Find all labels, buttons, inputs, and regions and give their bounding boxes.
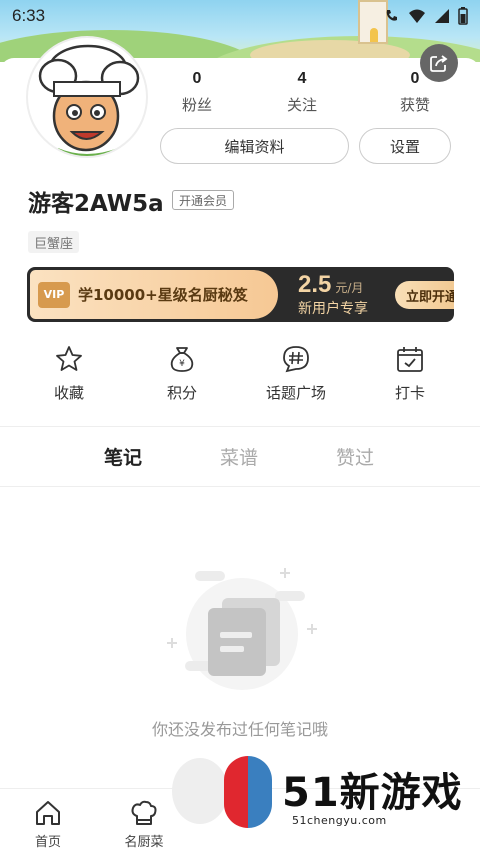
vip-promo: VIP 学10000+星级名厨秘笈 [30, 270, 278, 319]
watermark-shape [172, 758, 228, 824]
nav-home[interactable]: 首页 [8, 799, 88, 850]
divider [0, 426, 480, 427]
shortcut-label: 打卡 [394, 384, 425, 402]
shortcut-topics[interactable]: 话题广场 [251, 344, 341, 403]
nav-home-label: 首页 [34, 835, 61, 850]
star-icon [56, 346, 82, 371]
shortcut-label: 积分 [166, 384, 197, 402]
edit-profile-button[interactable]: 编辑资料 [160, 128, 349, 164]
watermark-brand: 51新游戏 [282, 770, 463, 816]
open-membership-badge[interactable]: 开通会员 [172, 190, 235, 210]
site-watermark: 51新游戏 51chengyu.com [172, 752, 472, 832]
price-unit: 元/月 [335, 281, 364, 295]
empty-state-text: 你还没发布过任何笔记哦 [151, 720, 328, 739]
following-stat[interactable]: 4 关注 [257, 70, 347, 115]
chef-hat-icon [131, 800, 157, 825]
new-user-offer: 新用户专享 [298, 301, 368, 317]
shortcut-label: 收藏 [53, 384, 84, 402]
home-icon [36, 801, 60, 825]
likes-stat[interactable]: 0 获赞 [370, 70, 460, 115]
settings-button[interactable]: 设置 [359, 128, 451, 164]
following-count: 4 [297, 70, 307, 87]
watermark-url: 51chengyu.com [292, 814, 387, 827]
watermark-logo [224, 756, 272, 828]
shortcut-label: 话题广场 [265, 384, 326, 402]
svg-text:¥: ¥ [179, 359, 185, 369]
tab-notes[interactable]: 笔记 [104, 443, 142, 470]
tab-liked[interactable]: 赞过 [336, 443, 374, 470]
wifi-icon [409, 9, 425, 23]
vip-price: 2.5 元/月 [298, 271, 363, 299]
open-vip-button[interactable]: 立即开通 [395, 281, 454, 309]
following-label: 关注 [286, 96, 317, 114]
shortcut-checkin[interactable]: 打卡 [365, 344, 455, 403]
likes-count: 0 [410, 70, 420, 87]
clock: 6:33 [12, 6, 46, 25]
empty-notes-illustration [167, 568, 317, 690]
avatar[interactable] [26, 36, 148, 158]
phone-icon [386, 10, 397, 21]
status-bar: 6:33 [0, 0, 480, 32]
vip-promo-text: 学10000+星级名厨秘笈 [78, 286, 248, 304]
battery-icon [458, 7, 468, 25]
status-icons [384, 7, 468, 25]
followers-stat[interactable]: 0 粉丝 [152, 70, 242, 115]
calendar-check-icon [397, 347, 423, 372]
price-value: 2.5 [298, 271, 332, 298]
likes-label: 获赞 [399, 96, 430, 114]
vip-banner[interactable]: VIP 学10000+星级名厨秘笈 2.5 元/月 新用户专享 立即开通 [27, 267, 454, 322]
followers-label: 粉丝 [181, 96, 212, 114]
shortcut-favorites[interactable]: 收藏 [24, 344, 114, 403]
chef-avatar-icon [38, 44, 140, 156]
zodiac-tag: 巨蟹座 [28, 231, 80, 253]
followers-count: 0 [192, 70, 202, 87]
vip-tag: VIP [38, 281, 70, 308]
divider [0, 486, 480, 487]
shortcut-points[interactable]: ¥ 积分 [137, 344, 227, 403]
hashtag-chat-icon [283, 346, 309, 373]
nav-chef-dishes-label: 名厨菜 [124, 835, 164, 850]
username: 游客2AW5a [28, 191, 164, 217]
money-bag-icon: ¥ [170, 347, 194, 372]
signal-icon [435, 9, 449, 23]
tab-recipes[interactable]: 菜谱 [220, 443, 258, 470]
